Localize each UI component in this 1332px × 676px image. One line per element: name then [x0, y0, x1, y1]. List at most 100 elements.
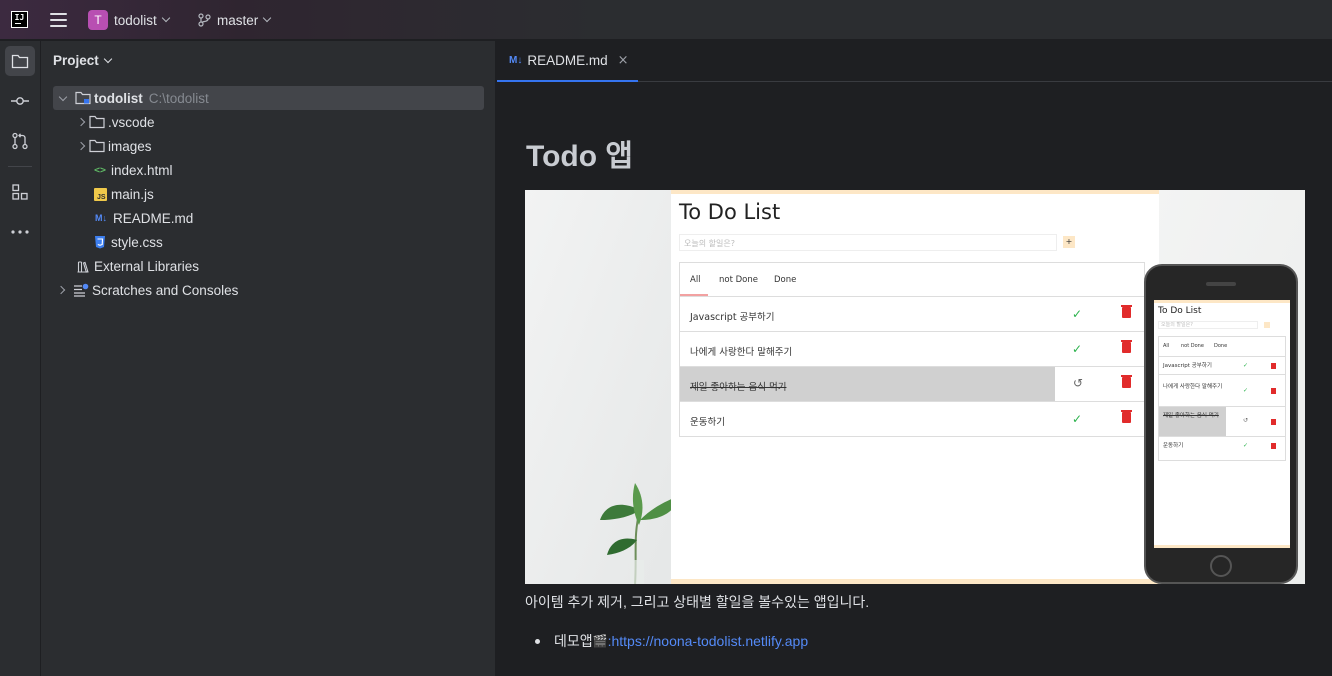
scratches-icon [73, 282, 89, 298]
todo-list-box: All not Done Done Javascript 공부하기 ✓ 나에게 … [679, 262, 1145, 437]
tree-item-main-js[interactable]: JS main.js [92, 182, 154, 206]
commit-icon [11, 97, 29, 105]
markdown-paragraph: 아이템 추가 제거, 그리고 상태별 할일을 볼수있는 앱입니다. [525, 594, 870, 610]
todo-app-desktop-view: To Do List 오늘의 할일은? + All not Done Done … [671, 190, 1159, 584]
tree-item-vscode[interactable]: .vscode [73, 110, 155, 134]
clapper-icon: 🎬 [592, 634, 608, 648]
todo-tab-underline [680, 294, 708, 296]
project-panel: Project todolist C:\todolist .vscode ima… [41, 41, 496, 676]
more-tools-button[interactable] [5, 217, 35, 247]
tab-readme[interactable]: M↓ README.md × [497, 41, 638, 82]
todo-item-text: Javascript 공부하기 [690, 312, 775, 323]
folder-icon [89, 138, 105, 154]
collapse-arrow-icon[interactable] [55, 90, 71, 106]
tree-item-label: style.css [111, 234, 163, 250]
project-folder-icon [75, 90, 91, 106]
todo-input: 오늘의 할일은? [679, 234, 1057, 251]
check-icon: ✓ [1072, 307, 1083, 321]
phone-item-text: 나에게 사랑한다 말해주기 [1163, 384, 1223, 390]
expand-arrow-icon[interactable] [73, 138, 89, 154]
list-item-text: 데모앱 [554, 633, 593, 649]
markdown-list-item: 데모앱 🎬 : https://noona-todolist.netlify.a… [535, 631, 808, 651]
tree-item-label: README.md [113, 210, 194, 226]
expand-arrow-icon[interactable] [73, 114, 89, 130]
todo-tab-not-done: not Done [719, 275, 758, 285]
structure-tool-button[interactable] [5, 177, 35, 207]
todo-app-phone-view: To Do List 오늘의 할일은? All not Done Done Ja… [1144, 264, 1298, 584]
markdown-file-icon: M↓ [509, 55, 523, 66]
phone-todo-item-done: 제일 좋아하는 음식 먹기 ↺ [1159, 407, 1285, 437]
main-menu-button[interactable] [50, 13, 67, 27]
close-icon[interactable]: × [618, 53, 629, 68]
chevron-down-icon [103, 54, 113, 63]
demo-link[interactable]: https://noona-todolist.netlify.app [611, 633, 808, 649]
folder-icon [11, 54, 29, 69]
phone-tab-not-done: not Done [1181, 343, 1204, 349]
check-icon: ✓ [1243, 387, 1249, 394]
tree-item-label: Scratches and Consoles [92, 282, 239, 298]
tree-item-todolist[interactable]: todolist C:\todolist [53, 86, 484, 110]
todo-tabs: All not Done Done [680, 263, 1144, 297]
tree-item-label: main.js [111, 186, 154, 202]
tree-item-label: todolist [94, 90, 143, 106]
trash-icon [1271, 363, 1276, 369]
phone-todo-box: All not Done Done Javascript 공부하기 ✓ 나에게 … [1158, 336, 1286, 461]
check-icon: ✓ [1072, 412, 1083, 426]
tab-label: README.md [527, 53, 608, 68]
todo-item: 나에게 사랑한다 말해주기 ✓ [680, 332, 1144, 367]
todo-item-text: 제일 좋아하는 음식 먹기 [690, 382, 787, 393]
html-file-icon: <> [93, 164, 107, 176]
todo-add-button: + [1063, 236, 1075, 248]
phone-todo-item: 운동하기 ✓ [1159, 437, 1285, 457]
tool-window-strip [0, 41, 41, 676]
tree-item-readme-md[interactable]: M↓ README.md [92, 206, 193, 230]
phone-todo-title: To Do List [1158, 306, 1202, 316]
tree-item-index-html[interactable]: <> index.html [92, 158, 173, 182]
expand-arrow-icon[interactable] [53, 282, 69, 298]
project-view-dropdown[interactable]: Project [53, 53, 113, 68]
vcs-branch-widget[interactable]: master [197, 10, 272, 30]
tree-item-label: External Libraries [94, 258, 200, 274]
intellij-logo-icon[interactable]: IJ [11, 11, 28, 28]
tree-item-style-css[interactable]: style.css [92, 230, 163, 254]
pull-requests-tool-button[interactable] [5, 126, 35, 156]
editor-area: M↓ README.md × Todo 앱 To Do List 오늘의 할일은… [497, 41, 1332, 676]
panel-title: Project [53, 53, 99, 68]
todo-item-text: 나에게 사랑한다 말해주기 [690, 347, 793, 358]
phone-todo-input: 오늘의 할일은? [1158, 321, 1258, 329]
check-icon: ✓ [1243, 442, 1249, 449]
todo-item-done: 제일 좋아하는 음식 먹기 ↺ [680, 367, 1144, 402]
todo-item: Javascript 공부하기 ✓ [680, 297, 1144, 332]
chevron-down-icon [263, 13, 272, 23]
commit-tool-button[interactable] [5, 86, 35, 116]
library-icon [75, 258, 91, 274]
phone-speaker [1206, 282, 1236, 286]
phone-screen: To Do List 오늘의 할일은? All not Done Done Ja… [1154, 300, 1290, 548]
chevron-down-icon [161, 13, 171, 23]
undo-icon: ↺ [1243, 417, 1249, 424]
git-branch-icon [198, 13, 211, 27]
tree-item-external-libraries[interactable]: External Libraries [73, 254, 199, 278]
js-file-icon: JS [92, 186, 108, 202]
tree-item-label: index.html [111, 162, 173, 178]
list-bullet [535, 638, 540, 644]
title-bar: IJ T todolist master [0, 0, 1332, 40]
project-tool-button[interactable] [5, 46, 35, 76]
tree-item-scratches[interactable]: Scratches and Consoles [53, 278, 238, 302]
phone-todo-item: Javascript 공부하기 ✓ [1159, 357, 1285, 375]
css-file-icon [92, 234, 108, 250]
phone-item-text: 운동하기 [1163, 443, 1184, 449]
pull-request-icon [12, 132, 28, 150]
tree-item-path: C:\todolist [148, 90, 209, 106]
trash-icon [1121, 410, 1132, 423]
phone-add-button [1264, 322, 1270, 328]
check-icon: ✓ [1072, 342, 1083, 356]
tree-item-images[interactable]: images [73, 134, 152, 158]
phone-home-button [1210, 555, 1232, 577]
project-badge: T [88, 10, 108, 30]
phone-todo-item: 나에게 사랑한다 말해주기 ✓ [1159, 375, 1285, 407]
phone-tab-all: All [1163, 343, 1170, 349]
editor-tab-bar: M↓ README.md × [497, 41, 1332, 82]
project-widget[interactable]: T todolist [88, 10, 171, 30]
trash-icon [1271, 388, 1276, 394]
